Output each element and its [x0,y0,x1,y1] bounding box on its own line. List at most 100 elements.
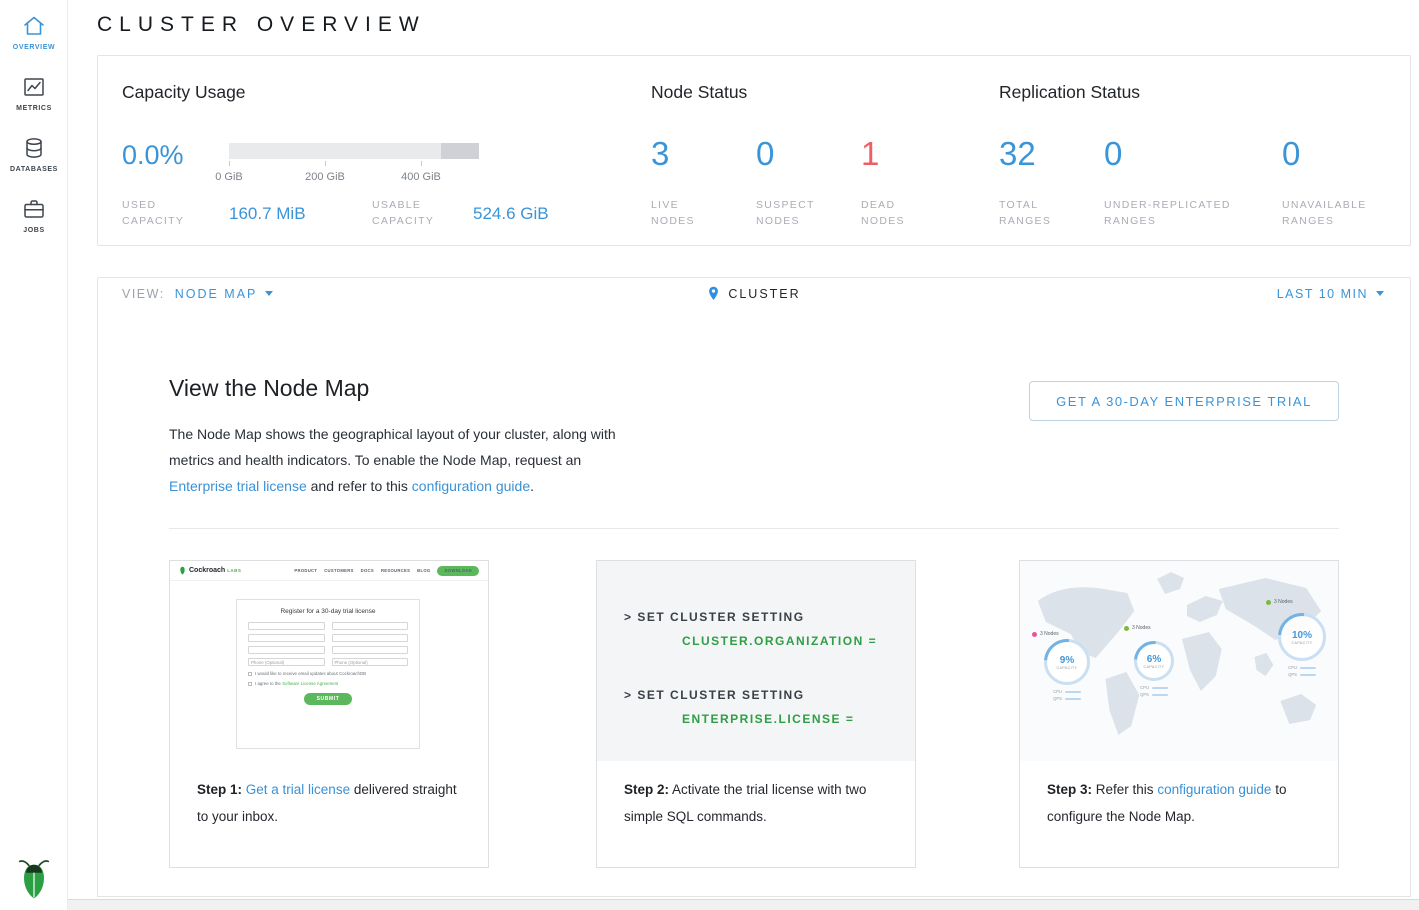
step3-caption: Step 3: Refer this configuration guide t… [1020,761,1338,830]
under-replicated-ranges-value: 0 [1104,136,1231,172]
unavailable-ranges-value: 0 [1282,136,1367,172]
mini-site-download-button: DOWNLOAD [437,566,479,576]
axis-tick [325,161,326,166]
checkbox-icon [248,682,252,686]
cluster-summary-card: Capacity Usage 0.0% 0 GiB 200 GiB 400 Gi… [97,55,1411,246]
sidebar-item-label: DATABASES [10,166,58,173]
sidebar-item-databases[interactable]: DATABASES [0,122,68,183]
node-map-heading: View the Node Map [169,375,369,402]
node-map-description: The Node Map shows the geographical layo… [169,421,631,499]
breadcrumb-cluster: CLUSTER [518,286,990,302]
dead-nodes-stat: 1 DEADNODES [861,136,905,229]
configuration-guide-link[interactable]: configuration guide [1157,782,1271,797]
node-locality-badge: 3 Nodes [1266,599,1293,605]
trial-registration-form: Register for a 30-day trial license Phon… [236,599,420,749]
capacity-usage-title: Capacity Usage [122,82,246,103]
used-capacity-label: USEDCAPACITY [122,197,184,229]
capacity-used-percent: 0.0% [122,140,184,171]
axis-tick-label: 200 GiB [305,171,345,183]
sidebar-item-metrics[interactable]: METRICS [0,61,68,122]
view-label: VIEW: [122,287,165,301]
usable-capacity-value: 524.6 GiB [473,204,549,224]
location-pin-icon [707,286,720,302]
form-field [332,634,409,642]
sidebar-item-jobs[interactable]: JOBS [0,183,68,244]
step2-sql-commands: > SET CLUSTER SETTING CLUSTER.ORGANIZATI… [597,561,915,761]
locality-dot-icon [1266,600,1271,605]
sidebar-item-label: OVERVIEW [13,44,55,51]
usable-capacity-label: USABLECAPACITY [372,197,434,229]
node-map-panel: View the Node Map The Node Map shows the… [97,309,1411,897]
cockroach-labs-logo[interactable] [0,858,68,900]
enterprise-trial-button[interactable]: GET A 30-DAY ENTERPRISE TRIAL [1029,381,1339,421]
configuration-guide-link[interactable]: configuration guide [412,478,530,494]
under-replicated-ranges-stat: 0 UNDER-REPLICATEDRANGES [1104,136,1231,229]
section-divider [169,528,1339,529]
locality-dot-icon [1032,632,1037,637]
unavailable-ranges-stat: 0 UNAVAILABLERANGES [1282,136,1367,229]
form-field [248,622,325,630]
horizontal-scrollbar[interactable] [0,899,1419,910]
axis-tick [421,161,422,166]
node-status-title: Node Status [651,82,747,103]
form-field [332,646,409,654]
phone-field: Phone (Optional) [332,658,409,666]
phone-field: Phone (Optional) [248,658,325,666]
license-agreement-checkbox-row: I agree to the Software License Agreemen… [248,681,408,686]
capacity-gauge: 6% CAPACITY CPU QPS [1134,641,1174,698]
chevron-down-icon [1376,291,1384,296]
form-field [248,634,325,642]
home-icon [22,14,46,38]
enterprise-trial-license-link[interactable]: Enterprise trial license [169,478,307,494]
sidebar-item-overview[interactable]: OVERVIEW [0,0,68,61]
databases-icon [22,136,46,160]
suspect-nodes-value: 0 [756,136,815,172]
jobs-icon [22,197,46,221]
node-locality-badge: 3 Nodes [1124,625,1151,631]
sidebar: OVERVIEW METRICS DATABASES JOBS [0,0,68,910]
locality-dot-icon [1124,626,1129,631]
step3-node-map-preview: 3 Nodes 3 Nodes 3 Nodes 9% CAPACITY CPU … [1020,561,1338,761]
chevron-down-icon [265,291,273,296]
form-title: Register for a 30-day trial license [248,608,408,615]
view-selector-dropdown[interactable]: NODE MAP [175,287,274,301]
enterprise-license-setting: ENTERPRISE.LICENSE = [682,707,915,731]
newsletter-checkbox-row: I would like to receive email updates ab… [248,671,408,676]
metrics-icon [22,75,46,99]
total-ranges-stat: 32 TOTALRANGES [999,136,1051,229]
capacity-gauge: 9% CAPACITY CPU QPS [1044,639,1090,702]
view-toolbar: VIEW: NODE MAP CLUSTER LAST 10 MIN [97,277,1411,310]
cluster-organization-setting: CLUSTER.ORGANIZATION = [682,629,915,653]
dead-nodes-value: 1 [861,136,905,172]
replication-status-title: Replication Status [999,82,1140,103]
capacity-usage-bar [229,143,479,159]
live-nodes-value: 3 [651,136,695,172]
time-range-dropdown[interactable]: LAST 10 MIN [1277,287,1384,301]
page-title: CLUSTER OVERVIEW [97,13,426,37]
sidebar-item-label: METRICS [16,105,52,112]
get-trial-license-link[interactable]: Get a trial license [246,782,350,797]
step1-card: Cockroach LABS PRODUCT CUSTOMERS DOCS RE… [169,560,489,868]
axis-tick-label: 0 GiB [215,171,243,183]
step2-caption: Step 2: Activate the trial license with … [597,761,915,830]
total-ranges-value: 32 [999,136,1051,172]
capacity-bar-reserved-segment [441,143,479,159]
form-field [332,622,409,630]
suspect-nodes-stat: 0 SUSPECTNODES [756,136,815,229]
node-locality-badge: 3 Nodes [1032,631,1059,637]
step1-caption: Step 1: Get a trial license delivered st… [170,761,488,830]
capacity-gauge: 10% CAPACITY CPU QPS [1278,613,1326,678]
axis-tick-label: 400 GiB [401,171,441,183]
step1-registration-screenshot: Cockroach LABS PRODUCT CUSTOMERS DOCS RE… [170,561,488,761]
form-field [248,646,325,654]
mini-site-nav: PRODUCT CUSTOMERS DOCS RESOURCES BLOG DO… [294,566,479,576]
checkbox-icon [248,672,252,676]
used-capacity-value: 160.7 MiB [229,204,306,224]
submit-button: SUBMIT [304,693,352,705]
axis-tick [229,161,230,166]
mini-site-brand: Cockroach LABS [179,566,241,575]
live-nodes-stat: 3 LIVENODES [651,136,695,229]
step2-card: > SET CLUSTER SETTING CLUSTER.ORGANIZATI… [596,560,916,868]
step3-card: 3 Nodes 3 Nodes 3 Nodes 9% CAPACITY CPU … [1019,560,1339,868]
sidebar-item-label: JOBS [23,227,44,234]
